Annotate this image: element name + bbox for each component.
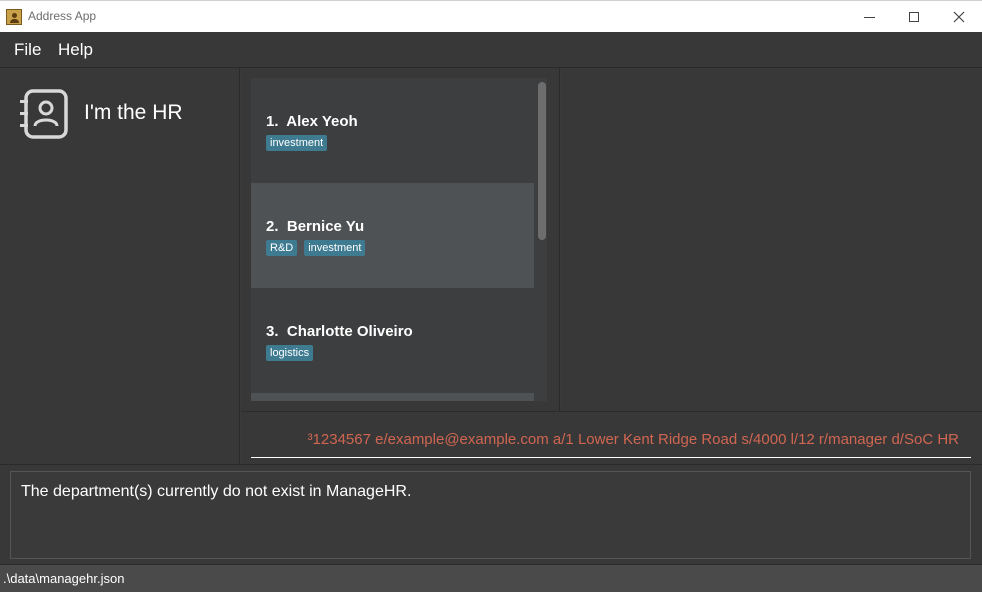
maximize-icon <box>909 12 919 22</box>
person-name-text: Bernice Yu <box>286 218 365 235</box>
tag-label: investment <box>266 135 328 151</box>
menu-help[interactable]: Help <box>58 40 93 60</box>
address-book-icon <box>6 9 22 25</box>
maximize-button[interactable] <box>891 1 937 33</box>
person-card[interactable] <box>251 393 534 401</box>
tag-label: investment <box>304 240 366 256</box>
person-name-text: Charlotte Oliveiro <box>286 323 413 340</box>
menu-file[interactable]: File <box>14 40 41 60</box>
save-location: .\data\managehr.json <box>3 571 125 586</box>
result-display[interactable]: The department(s) currently do not exist… <box>10 471 971 559</box>
command-text: ³1234567 e/example@example.com a/1 Lower… <box>307 431 959 448</box>
person-name: 1. Alex Yeoh <box>266 113 358 130</box>
close-icon <box>953 11 965 23</box>
result-message: The department(s) currently do not exist… <box>21 483 412 500</box>
person-index: 1. <box>266 113 279 130</box>
tag-label: logistics <box>266 345 314 361</box>
command-box-panel: ³1234567 e/example@example.com a/1 Lower… <box>241 411 982 464</box>
scrollbar-thumb[interactable] <box>538 82 546 240</box>
person-card[interactable]: 2. Bernice Yu R&D investment <box>251 183 534 288</box>
minimize-icon <box>863 16 875 18</box>
person-list-panel: 1. Alex Yeoh investment 2. Bernice Yu R&… <box>241 68 560 411</box>
title-bar: Address App <box>0 0 982 32</box>
status-bar: .\data\managehr.json <box>0 564 982 592</box>
window-title: Address App <box>28 9 97 23</box>
person-name: 3. Charlotte Oliveiro <box>266 323 413 340</box>
person-card[interactable]: 1. Alex Yeoh investment <box>251 78 534 183</box>
person-list[interactable]: 1. Alex Yeoh investment 2. Bernice Yu R&… <box>251 78 547 401</box>
person-name-text: Alex Yeoh <box>286 113 358 130</box>
minimize-button[interactable] <box>846 1 892 33</box>
contact-book-icon <box>20 89 68 139</box>
menu-bar: File Help <box>0 32 982 68</box>
person-name: 2. Bernice Yu <box>266 218 364 235</box>
command-input[interactable]: ³1234567 e/example@example.com a/1 Lower… <box>251 424 971 458</box>
person-index: 3. <box>266 323 279 340</box>
person-index: 2. <box>266 218 279 235</box>
close-button[interactable] <box>936 1 982 33</box>
app-title: I'm the HR <box>84 101 183 124</box>
result-panel: The department(s) currently do not exist… <box>0 464 982 564</box>
side-panel: I'm the HR <box>0 68 240 464</box>
tag-label: R&D <box>266 240 298 256</box>
person-card[interactable]: 3. Charlotte Oliveiro logistics <box>251 288 534 393</box>
detail-panel <box>561 68 982 411</box>
